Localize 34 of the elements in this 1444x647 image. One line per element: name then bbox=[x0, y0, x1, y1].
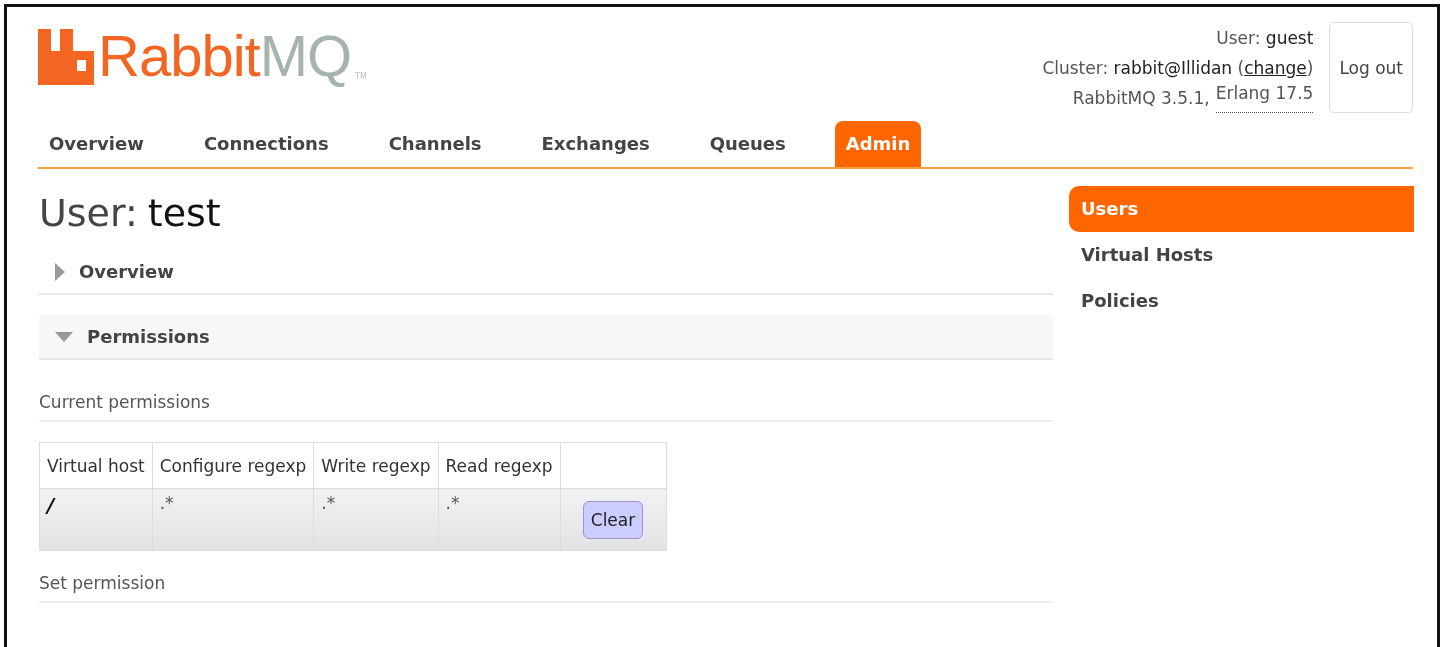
section-title: Overview bbox=[79, 261, 174, 282]
table-cell: / bbox=[39, 488, 153, 551]
cluster-text: Cluster: rabbit@Illidan (change) bbox=[1042, 57, 1314, 80]
table-cell: .* bbox=[152, 488, 314, 551]
subsection-heading: Set permission bbox=[39, 551, 1053, 603]
trademark-text: TM bbox=[355, 72, 367, 81]
change-link[interactable]: change bbox=[1244, 58, 1307, 78]
column-header: Configure regexp bbox=[152, 442, 314, 489]
sidebar-item[interactable]: Virtual Hosts bbox=[1069, 232, 1414, 278]
table-cell: .* bbox=[313, 488, 438, 551]
table-cell: .* bbox=[438, 488, 560, 551]
expand-triangle-icon bbox=[55, 262, 65, 281]
section-header[interactable]: Permissions bbox=[39, 315, 1053, 360]
sidebar-item[interactable]: Policies bbox=[1069, 278, 1414, 324]
clear-button[interactable]: Clear bbox=[582, 500, 644, 539]
nav-tab[interactable]: Connections bbox=[192, 121, 340, 167]
current-user-text: User: guest bbox=[1216, 27, 1314, 50]
section-title: Permissions bbox=[87, 326, 210, 347]
nav-tab[interactable]: Exchanges bbox=[530, 121, 661, 167]
logo-icon bbox=[38, 29, 94, 85]
column-header: Write regexp bbox=[313, 442, 438, 489]
page-title: User: test bbox=[39, 190, 222, 237]
version-text: RabbitMQ 3.5.1, bbox=[1072, 87, 1210, 110]
logo-product-text: MQ bbox=[259, 27, 352, 85]
column-header: Virtual host bbox=[39, 442, 153, 489]
collapse-triangle-icon bbox=[55, 331, 73, 342]
column-header: Read regexp bbox=[438, 442, 560, 489]
erlang-version-text: Erlang 17.5 bbox=[1215, 83, 1314, 113]
logo-brand-text: Rabbit bbox=[98, 27, 260, 85]
nav-tab[interactable]: Overview bbox=[38, 121, 155, 167]
logout-button[interactable]: Log out bbox=[1329, 22, 1413, 113]
nav-tab[interactable]: Channels bbox=[377, 121, 493, 167]
nav-tab[interactable]: Queues bbox=[698, 121, 797, 167]
subsection-heading: Current permissions bbox=[39, 360, 1053, 422]
